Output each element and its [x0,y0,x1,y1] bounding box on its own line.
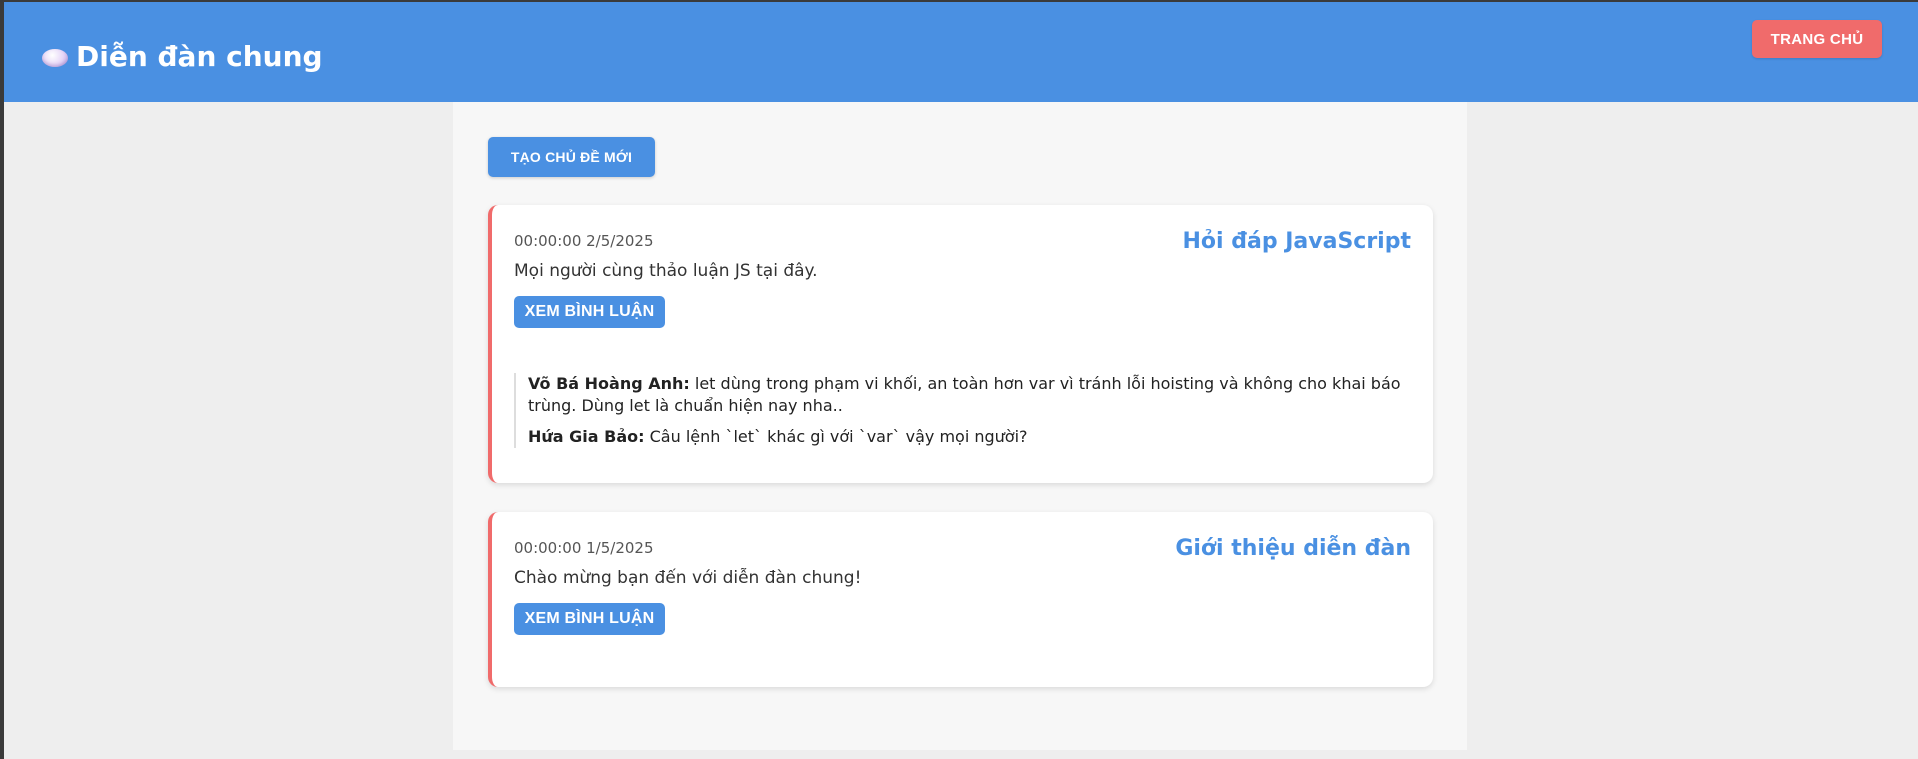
comment-author: Võ Bá Hoàng Anh: [528,374,690,393]
thought-bubble-icon [42,48,68,67]
forum-title-text: Diễn đàn chung [76,40,323,73]
view-comments-button[interactable]: XEM BÌNH LUẬN [514,296,665,328]
topic-date: 00:00:00 2/5/2025 [514,232,654,250]
create-topic-button[interactable]: TẠO CHỦ ĐỀ MỚI [488,137,655,177]
topic-title[interactable]: Giới thiệu diễn đàn [1175,536,1411,561]
comment-item: Võ Bá Hoàng Anh: let dùng trong phạm vi … [528,373,1414,417]
comment-author: Hứa Gia Bảo: [528,427,645,446]
site-header: Diễn đàn chung TRANG CHỦ [4,2,1918,102]
topic-date: 00:00:00 1/5/2025 [514,539,654,557]
view-comments-button[interactable]: XEM BÌNH LUẬN [514,603,665,635]
topic-description: Mọi người cùng thảo luận JS tại đây. [514,261,818,281]
forum-content: TẠO CHỦ ĐỀ MỚI 00:00:00 2/5/2025 Hỏi đáp… [453,102,1467,750]
topic-card: 00:00:00 2/5/2025 Hỏi đáp JavaScript Mọi… [488,205,1433,483]
comment-item: Hứa Gia Bảo: Câu lệnh `let` khác gì với … [528,426,1414,448]
app-viewport: Diễn đàn chung TRANG CHỦ TẠO CHỦ ĐỀ MỚI … [4,2,1918,759]
home-button[interactable]: TRANG CHỦ [1752,20,1882,58]
forum-title: Diễn đàn chung [42,40,323,73]
topic-title[interactable]: Hỏi đáp JavaScript [1183,229,1412,254]
topic-card: 00:00:00 1/5/2025 Giới thiệu diễn đàn Ch… [488,512,1433,687]
comment-text: Câu lệnh `let` khác gì với `var` vậy mọi… [649,427,1028,446]
topic-description: Chào mừng bạn đến với diễn đàn chung! [514,568,862,588]
comment-list: Võ Bá Hoàng Anh: let dùng trong phạm vi … [514,373,1414,448]
